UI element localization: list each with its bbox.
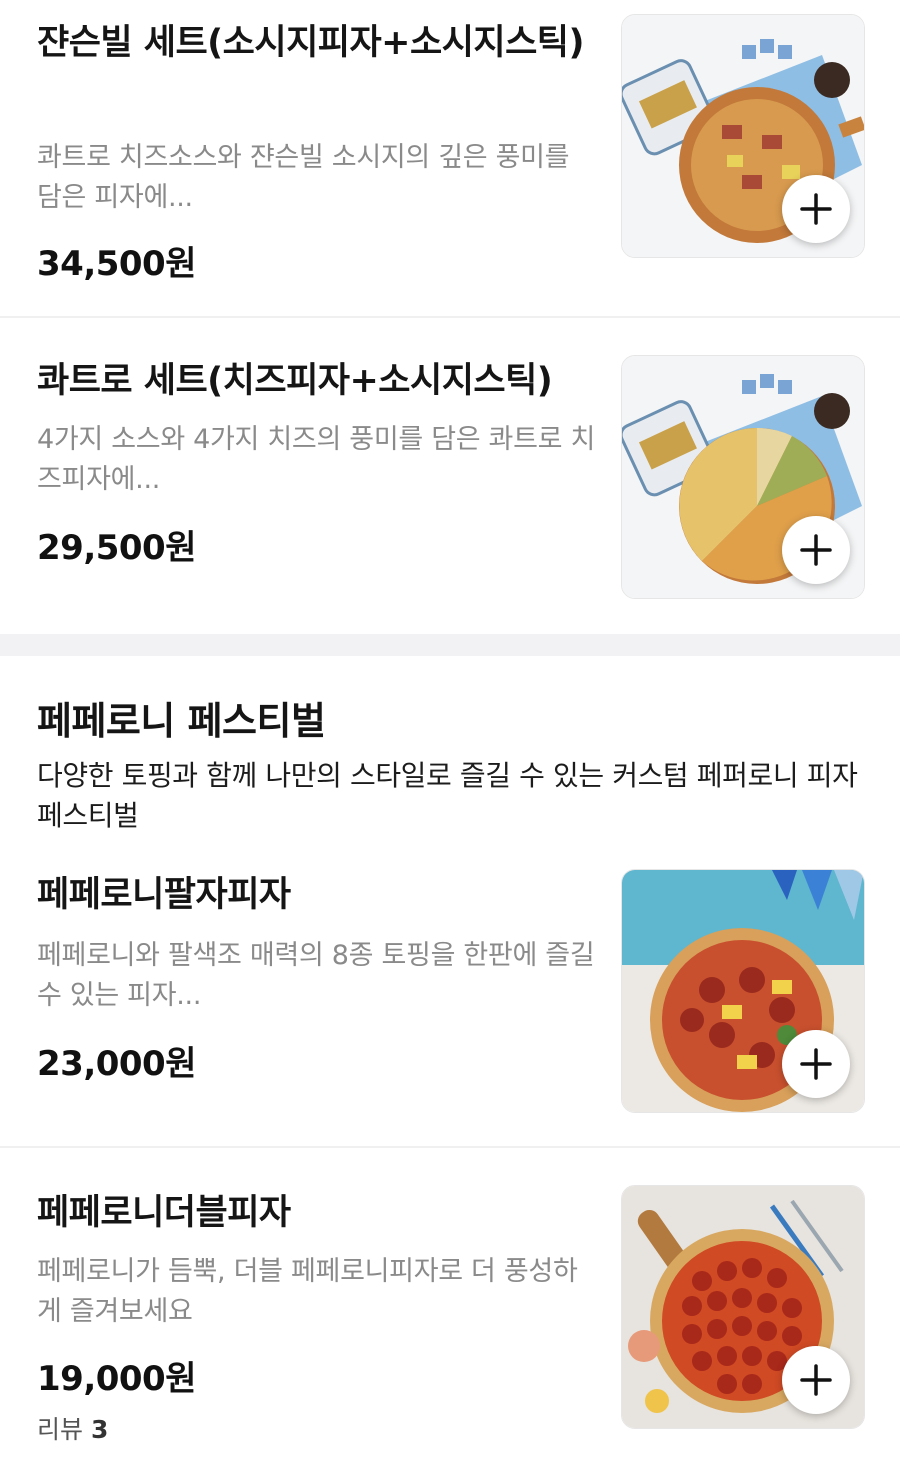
add-button[interactable] (782, 1346, 850, 1414)
section-title: 페페로니 페스티벌 (37, 699, 326, 743)
menu-item-johnsonville-set[interactable]: 쟌슨빌 세트(소시지피자+소시지스틱) 콰트로 치즈소스와 쟌슨빌 소시지의 깊… (0, 0, 900, 318)
item-image[interactable] (621, 869, 865, 1113)
item-image[interactable] (621, 14, 865, 258)
item-price: 19,000원 (37, 1359, 196, 1399)
plus-icon (800, 193, 832, 225)
add-button[interactable] (782, 175, 850, 243)
plus-icon (800, 1048, 832, 1080)
menu-item-pepperoni-eight[interactable]: 페페로니팔자피자 페페로니와 팔색조 매력의 8종 토핑을 한판에 즐길 수 있… (0, 840, 900, 1146)
review-label: 리뷰 (37, 1415, 84, 1444)
item-description: 페페로니와 팔색조 매력의 8종 토핑을 한판에 즐길 수 있는 피자... (37, 940, 595, 1011)
add-button[interactable] (782, 1030, 850, 1098)
review-count[interactable]: 리뷰 3 (37, 1410, 108, 1446)
item-price: 23,000원 (37, 1044, 196, 1084)
menu-item-quattro-set[interactable]: 콰트로 세트(치즈피자+소시지스틱) 4가지 소스와 4가지 치즈의 풍미를 담… (0, 318, 900, 632)
item-title: 쟌슨빌 세트(소시지피자+소시지스틱) (37, 23, 585, 63)
review-number: 3 (90, 1415, 109, 1444)
item-description: 페페로니가 듬뿍, 더블 페페로니피자로 더 풍성하게 즐겨보세요 (37, 1256, 578, 1327)
section-description: 다양한 토핑과 함께 나만의 스타일로 즐길 수 있는 커스텀 페퍼로니 피자 … (37, 759, 858, 832)
section-separator (0, 634, 900, 656)
plus-icon (800, 534, 832, 566)
item-image[interactable] (621, 1185, 865, 1429)
menu-item-pepperoni-double[interactable]: 페페로니더블피자 페페로니가 듬뿍, 더블 페페로니피자로 더 풍성하게 즐겨보… (0, 1148, 900, 1475)
add-button[interactable] (782, 516, 850, 584)
item-price: 29,500원 (37, 528, 196, 568)
item-title: 페페로니더블피자 (37, 1193, 291, 1233)
item-description: 콰트로 치즈소스와 쟌슨빌 소시지의 깊은 풍미를 담은 피자에... (37, 142, 570, 213)
item-title: 페페로니팔자피자 (37, 875, 291, 915)
item-price: 34,500원 (37, 244, 196, 284)
plus-icon (800, 1364, 832, 1396)
item-title: 콰트로 세트(치즈피자+소시지스틱) (37, 361, 553, 401)
item-image[interactable] (621, 355, 865, 599)
item-description: 4가지 소스와 4가지 치즈의 풍미를 담은 콰트로 치즈피자에... (37, 424, 595, 495)
